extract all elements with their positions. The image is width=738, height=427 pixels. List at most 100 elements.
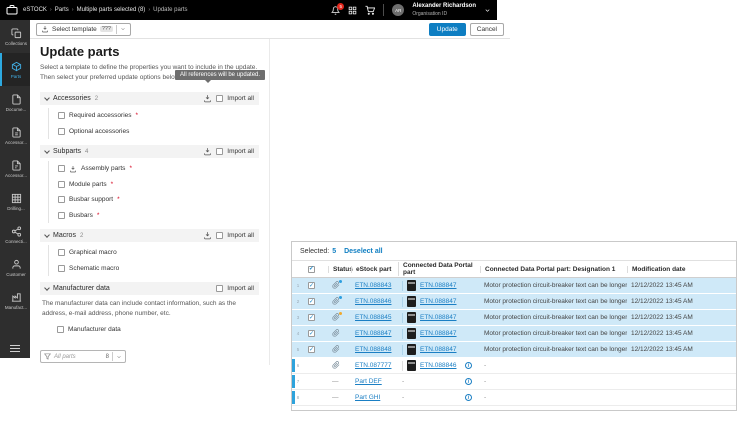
estock-part-link[interactable]: ETN.088847: [355, 330, 392, 337]
row-checkbox[interactable]: [308, 314, 315, 321]
portal-part-link[interactable]: ETN.088847: [420, 282, 457, 289]
checkbox[interactable]: [58, 212, 65, 219]
status-dot-yellow: [339, 312, 342, 315]
checkbox[interactable]: [58, 181, 65, 188]
column-header-portal-part[interactable]: Connected Data Portal part: [398, 262, 480, 276]
estock-part-link[interactable]: ETN.088843: [355, 282, 392, 289]
import-icon[interactable]: [203, 231, 212, 240]
sidebar-item-collections[interactable]: Collections: [0, 20, 30, 53]
sidebar-item-parts[interactable]: Parts: [0, 53, 30, 86]
product-thumbnail: [407, 312, 416, 323]
chevron-down-icon[interactable]: [484, 7, 491, 14]
select-template-dropdown[interactable]: Select template ???: [36, 23, 131, 36]
sidebar-item-drilling[interactable]: Drilling...: [0, 185, 30, 218]
update-button[interactable]: Update: [429, 23, 466, 36]
designation-cell: -: [480, 378, 627, 385]
table-row[interactable]: 2 ETN.088846 ETN.088847 Motor protection…: [292, 294, 736, 310]
modification-date-cell: 12/12/2022 13:45 AM: [627, 330, 736, 337]
portal-part-link[interactable]: ETN.088846: [420, 362, 457, 369]
table-row[interactable]: 5 ETN.088848 ETN.088847 Motor protection…: [292, 342, 736, 358]
section-header-macros[interactable]: Macros 2 Import all: [40, 229, 259, 242]
breadcrumb-multiple-parts[interactable]: Multiple parts selected (8): [77, 7, 146, 13]
section-header-accessories[interactable]: Accessories 2 Import all: [40, 92, 259, 105]
import-icon[interactable]: [203, 94, 212, 103]
import-all-checkbox[interactable]: [216, 232, 223, 239]
product-thumbnail: [407, 344, 416, 355]
import-icon[interactable]: [203, 147, 212, 156]
sidebar-item-documents[interactable]: Docume...: [0, 86, 30, 119]
required-marker: *: [117, 196, 120, 203]
designation-cell: -: [480, 362, 627, 369]
select-all-checkbox[interactable]: [308, 266, 315, 273]
info-icon[interactable]: [465, 394, 472, 401]
breadcrumb-estock[interactable]: eSTOCK: [23, 7, 47, 13]
designation-cell: Motor protection circuit-breaker text ca…: [480, 330, 627, 337]
row-checkbox[interactable]: [308, 330, 315, 337]
column-header-status[interactable]: Status: [328, 266, 351, 273]
grid-icon: [348, 6, 357, 15]
checkbox[interactable]: [57, 326, 64, 333]
section-header-subparts[interactable]: Subparts 4 Import all: [40, 145, 259, 158]
cancel-button[interactable]: Cancel: [470, 23, 504, 36]
chevron-down-icon[interactable]: [116, 354, 122, 360]
portal-part-link[interactable]: ETN.088847: [420, 314, 457, 321]
modification-date-cell: 12/12/2022 13:45 AM: [627, 314, 736, 321]
sidebar-item-accessories-2[interactable]: Accessor...: [0, 152, 30, 185]
sidebar: Collections Parts Docume... Accessor... …: [0, 20, 30, 358]
paperclip-icon: [332, 361, 340, 369]
row-checkbox[interactable]: [308, 346, 315, 353]
estock-part-link[interactable]: ETN.087777: [355, 362, 392, 369]
row-checkbox[interactable]: [308, 298, 315, 305]
sidebar-item-connections[interactable]: Connecti...: [0, 218, 30, 251]
estock-part-link[interactable]: Part GHI: [355, 394, 380, 401]
portal-part-link[interactable]: ETN.088847: [420, 346, 457, 353]
import-all-checkbox[interactable]: [216, 285, 223, 292]
estock-part-link[interactable]: ETN.088848: [355, 346, 392, 353]
estock-part-link[interactable]: ETN.088846: [355, 298, 392, 305]
import-icon: [69, 165, 77, 173]
user-menu[interactable]: Alexander Richardson Organisation ID: [412, 3, 476, 16]
checkbox[interactable]: [58, 265, 65, 272]
avatar[interactable]: AR: [392, 4, 404, 16]
cart-button[interactable]: [365, 5, 375, 15]
estock-part-link[interactable]: Part DEF: [355, 378, 382, 385]
sidebar-item-manufacturer[interactable]: Manufact...: [0, 284, 30, 317]
column-header-modification-date[interactable]: Modification date: [627, 266, 736, 273]
row-checkbox[interactable]: [308, 282, 315, 289]
import-all-checkbox[interactable]: [216, 95, 223, 102]
checkbox[interactable]: [58, 128, 65, 135]
filter-funnel-icon: [44, 353, 51, 360]
chevron-down-icon[interactable]: [120, 26, 126, 32]
app-launcher-button[interactable]: [348, 6, 357, 15]
info-icon[interactable]: [465, 362, 472, 369]
portal-part-link[interactable]: ETN.088847: [420, 298, 457, 305]
section-header-manufacturer-data[interactable]: Manufacturer data Import all: [40, 282, 259, 295]
table-row[interactable]: 1 ETN.088843 ETN.088847 Motor protection…: [292, 278, 736, 294]
checkbox[interactable]: [58, 165, 65, 172]
table-row[interactable]: 3 ETN.088845 ETN.088847 Motor protection…: [292, 310, 736, 326]
table-row[interactable]: 6 ETN.087777 ETN.088846 -: [292, 358, 736, 374]
info-icon[interactable]: [465, 378, 472, 385]
button-divider: [112, 352, 113, 361]
sidebar-item-accessories-1[interactable]: Accessor...: [0, 119, 30, 152]
estock-part-link[interactable]: ETN.088845: [355, 314, 392, 321]
product-thumbnail: [407, 296, 416, 307]
table-row[interactable]: 7 — Part DEF - -: [292, 374, 736, 390]
breadcrumb-parts[interactable]: Parts: [55, 7, 69, 13]
table-row[interactable]: 4 ETN.088847 ETN.088847 Motor protection…: [292, 326, 736, 342]
notifications-button[interactable]: 5: [331, 6, 340, 15]
column-header-estock-part[interactable]: eStock part: [351, 266, 398, 273]
checkbox[interactable]: [58, 196, 65, 203]
menu-toggle-button[interactable]: [10, 345, 20, 352]
table-row[interactable]: 8 — Part GHI - -: [292, 390, 736, 406]
deselect-all-link[interactable]: Deselect all: [344, 248, 383, 255]
checkbox[interactable]: [58, 112, 65, 119]
paperclip-icon: [332, 297, 340, 305]
parts-filter-dropdown[interactable]: All parts 8: [40, 350, 126, 363]
column-header-designation[interactable]: Connected Data Portal part: Designation …: [480, 266, 627, 273]
checkbox[interactable]: [58, 249, 65, 256]
section-subparts: Subparts 4 Import all Assembly parts *: [40, 145, 259, 223]
portal-part-link[interactable]: ETN.088847: [420, 330, 457, 337]
import-all-checkbox[interactable]: [216, 148, 223, 155]
sidebar-item-customer[interactable]: Customer: [0, 251, 30, 284]
